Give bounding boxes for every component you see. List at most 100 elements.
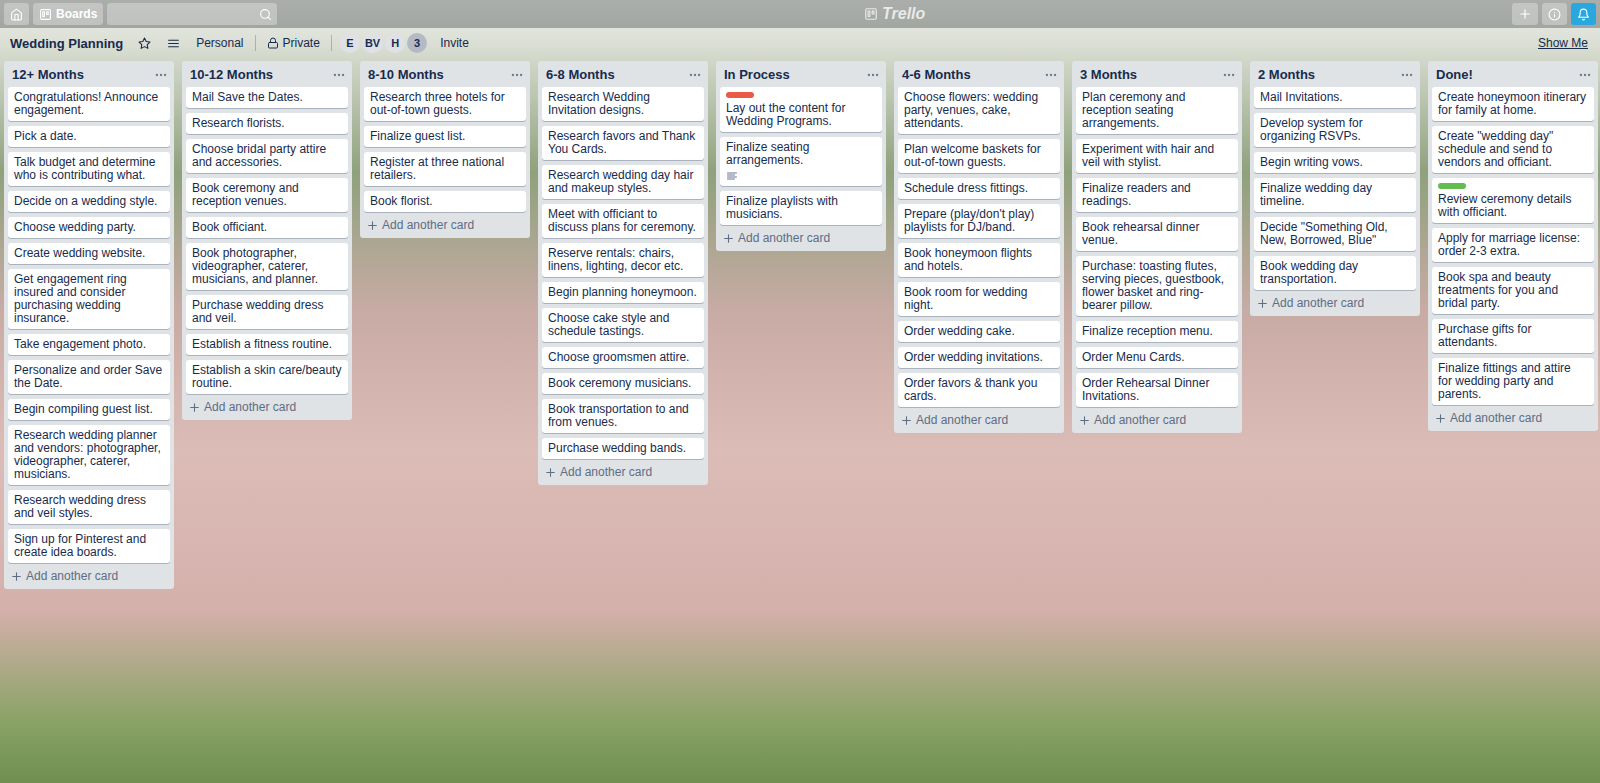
- card[interactable]: Book ceremony musicians.: [542, 373, 704, 394]
- card[interactable]: Book wedding day transportation.: [1254, 256, 1416, 290]
- card[interactable]: Order Rehearsal Dinner Invitations.: [1076, 373, 1238, 407]
- card[interactable]: Choose groomsmen attire.: [542, 347, 704, 368]
- card[interactable]: Establish a skin care/beauty routine.: [186, 360, 348, 394]
- card[interactable]: Book photographer, videographer, caterer…: [186, 243, 348, 290]
- list-menu-button[interactable]: [688, 68, 702, 82]
- card[interactable]: Establish a fitness routine.: [186, 334, 348, 355]
- card[interactable]: Finalize guest list.: [364, 126, 526, 147]
- trello-logo[interactable]: Trello: [281, 5, 1508, 23]
- card[interactable]: Create "wedding day" schedule and send t…: [1432, 126, 1594, 173]
- card[interactable]: Finalize fittings and attire for wedding…: [1432, 358, 1594, 405]
- info-button[interactable]: [1542, 3, 1567, 25]
- card[interactable]: Book florist.: [364, 191, 526, 212]
- card[interactable]: Book ceremony and reception venues.: [186, 178, 348, 212]
- list-title[interactable]: 6-8 Months: [546, 67, 615, 82]
- card[interactable]: Get engagement ring insured and consider…: [8, 269, 170, 329]
- card[interactable]: Choose wedding party.: [8, 217, 170, 238]
- card[interactable]: Order favors & thank you cards.: [898, 373, 1060, 407]
- card[interactable]: Book honeymoon flights and hotels.: [898, 243, 1060, 277]
- card[interactable]: Research favors and Thank You Cards.: [542, 126, 704, 160]
- show-menu-link[interactable]: Show Me: [1534, 33, 1592, 53]
- card[interactable]: Research wedding planner and vendors: ph…: [8, 425, 170, 485]
- card[interactable]: Congratulations! Announce engagement.: [8, 87, 170, 121]
- card[interactable]: Choose cake style and schedule tastings.: [542, 308, 704, 342]
- board-type-button[interactable]: [162, 34, 185, 53]
- card[interactable]: Finalize seating arrangements.: [720, 137, 882, 186]
- list-menu-button[interactable]: [1044, 68, 1058, 82]
- card[interactable]: Decide "Something Old, New, Borrowed, Bl…: [1254, 217, 1416, 251]
- card[interactable]: Finalize reception menu.: [1076, 321, 1238, 342]
- visibility-button[interactable]: Private: [262, 33, 325, 53]
- list-title[interactable]: 3 Months: [1080, 67, 1137, 82]
- card[interactable]: Lay out the content for Wedding Programs…: [720, 87, 882, 132]
- add-card-button[interactable]: Add another card: [1254, 290, 1416, 312]
- card[interactable]: Begin writing vows.: [1254, 152, 1416, 173]
- star-button[interactable]: [133, 34, 156, 53]
- create-button[interactable]: [1512, 3, 1538, 25]
- list-title[interactable]: In Process: [724, 67, 790, 82]
- card[interactable]: Develop system for organizing RSVPs.: [1254, 113, 1416, 147]
- card[interactable]: Begin compiling guest list.: [8, 399, 170, 420]
- card[interactable]: Plan ceremony and reception seating arra…: [1076, 87, 1238, 134]
- card[interactable]: Finalize wedding day timeline.: [1254, 178, 1416, 212]
- card[interactable]: Book rehearsal dinner venue.: [1076, 217, 1238, 251]
- card[interactable]: Prepare (play/don't play) playlists for …: [898, 204, 1060, 238]
- card[interactable]: Research wedding dress and veil styles.: [8, 490, 170, 524]
- list-title[interactable]: 2 Months: [1258, 67, 1315, 82]
- card[interactable]: Choose bridal party attire and accessori…: [186, 139, 348, 173]
- list-title[interactable]: 8-10 Months: [368, 67, 444, 82]
- list-menu-button[interactable]: [1578, 68, 1592, 82]
- card[interactable]: Review ceremony details with officiant.: [1432, 178, 1594, 223]
- member-avatar[interactable]: E: [340, 33, 360, 53]
- card[interactable]: Research Wedding Invitation designs.: [542, 87, 704, 121]
- member-count[interactable]: 3: [407, 33, 427, 53]
- member-avatar[interactable]: H: [385, 33, 405, 53]
- card[interactable]: Order wedding cake.: [898, 321, 1060, 342]
- card[interactable]: Research wedding day hair and makeup sty…: [542, 165, 704, 199]
- card[interactable]: Create wedding website.: [8, 243, 170, 264]
- card[interactable]: Reserve rentals: chairs, linens, lightin…: [542, 243, 704, 277]
- add-card-button[interactable]: Add another card: [720, 225, 882, 247]
- add-card-button[interactable]: Add another card: [1076, 407, 1238, 429]
- add-card-button[interactable]: Add another card: [364, 212, 526, 234]
- notifications-button[interactable]: [1571, 3, 1596, 25]
- card[interactable]: Apply for marriage license: order 2-3 ex…: [1432, 228, 1594, 262]
- card[interactable]: Purchase gifts for attendants.: [1432, 319, 1594, 353]
- card[interactable]: Book officiant.: [186, 217, 348, 238]
- card[interactable]: Order wedding invitations.: [898, 347, 1060, 368]
- card[interactable]: Book transportation to and from venues.: [542, 399, 704, 433]
- card[interactable]: Finalize playlists with musicians.: [720, 191, 882, 225]
- list-title[interactable]: Done!: [1436, 67, 1473, 82]
- card[interactable]: Research florists.: [186, 113, 348, 134]
- boards-button[interactable]: Boards: [33, 3, 103, 25]
- list-menu-button[interactable]: [866, 68, 880, 82]
- card[interactable]: Mail Save the Dates.: [186, 87, 348, 108]
- card[interactable]: Purchase wedding bands.: [542, 438, 704, 459]
- list-title[interactable]: 4-6 Months: [902, 67, 971, 82]
- card[interactable]: Finalize readers and readings.: [1076, 178, 1238, 212]
- team-button[interactable]: Personal: [191, 33, 248, 53]
- card[interactable]: Talk budget and determine who is contrib…: [8, 152, 170, 186]
- card[interactable]: Register at three national retailers.: [364, 152, 526, 186]
- add-card-button[interactable]: Add another card: [898, 407, 1060, 429]
- card[interactable]: Decide on a wedding style.: [8, 191, 170, 212]
- card[interactable]: Experiment with hair and veil with styli…: [1076, 139, 1238, 173]
- card[interactable]: Plan welcome baskets for out-of-town gue…: [898, 139, 1060, 173]
- card[interactable]: Book spa and beauty treatments for you a…: [1432, 267, 1594, 314]
- add-card-button[interactable]: Add another card: [8, 563, 170, 585]
- card[interactable]: Research three hotels for out-of-town gu…: [364, 87, 526, 121]
- list-title[interactable]: 10-12 Months: [190, 67, 273, 82]
- card[interactable]: Take engagement photo.: [8, 334, 170, 355]
- list-menu-button[interactable]: [510, 68, 524, 82]
- member-avatar[interactable]: BV: [362, 33, 383, 53]
- list-menu-button[interactable]: [1400, 68, 1414, 82]
- list-title[interactable]: 12+ Months: [12, 67, 84, 82]
- card[interactable]: Begin planning honeymoon.: [542, 282, 704, 303]
- list-menu-button[interactable]: [1222, 68, 1236, 82]
- add-card-button[interactable]: Add another card: [186, 394, 348, 416]
- card[interactable]: Pick a date.: [8, 126, 170, 147]
- board-title[interactable]: Wedding Planning: [10, 33, 127, 54]
- card[interactable]: Create honeymoon itinerary for family at…: [1432, 87, 1594, 121]
- add-card-button[interactable]: Add another card: [1432, 405, 1594, 427]
- card[interactable]: Purchase: toasting flutes, serving piece…: [1076, 256, 1238, 316]
